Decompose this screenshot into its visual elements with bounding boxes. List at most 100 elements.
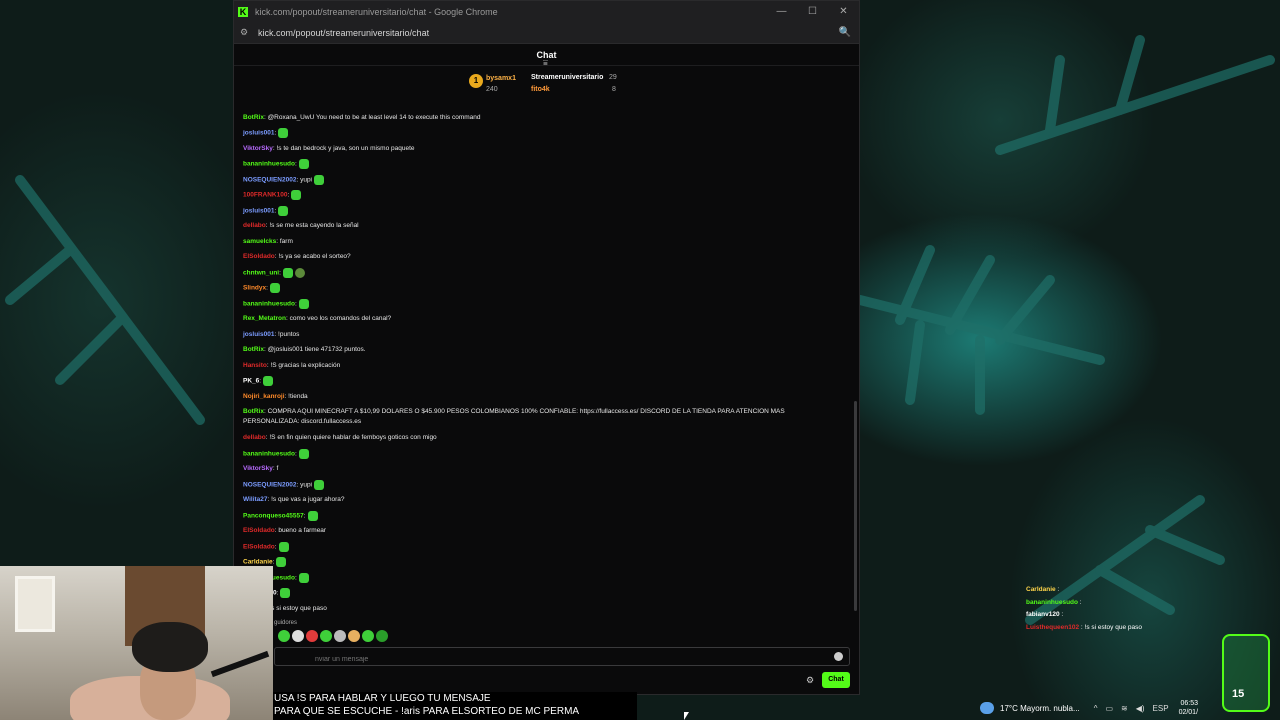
zoom-icon[interactable]: 🔍	[839, 27, 851, 38]
url-text[interactable]: kick.com/popout/streameruniversitario/ch…	[258, 28, 429, 38]
wifi-icon[interactable]: ≋	[1121, 704, 1128, 713]
chat-message: BotRix: COMPRA AQUI MINECRAFT A $10,99 D…	[243, 407, 785, 416]
chat-username[interactable]: chntwn_uni	[243, 270, 279, 277]
chat-username[interactable]: NOSEQUIEN2002	[243, 177, 296, 184]
chat-username[interactable]: ElSoldado	[243, 544, 275, 551]
chat-username[interactable]: BotRix	[243, 114, 264, 121]
pinned-toggle-icon[interactable]: ⩸	[543, 58, 548, 68]
overlay-message: fabianv120 :	[1026, 611, 1142, 624]
chat-message: josluis001:	[243, 128, 289, 138]
emote-icon	[280, 588, 291, 598]
chat-text: :	[295, 574, 297, 582]
chat-username[interactable]: Panconqueso45557	[243, 513, 304, 520]
chat-username[interactable]: NOSEQUIEN2002	[243, 482, 296, 489]
chat-username[interactable]: PK_6	[243, 378, 259, 385]
chat-username[interactable]: josluis001	[243, 130, 274, 137]
chat-message: josluis001: !puntos	[243, 330, 299, 339]
lang-indicator[interactable]: ESP	[1153, 704, 1169, 713]
chat-username[interactable]: BotRix	[243, 408, 264, 415]
chat-message: BotRix: @josluis001 tiene 471732 puntos.	[243, 345, 366, 354]
emote-icon	[294, 268, 305, 278]
chat-username[interactable]: bananinhuesudo	[243, 451, 295, 458]
chat-username[interactable]: ViktorSky	[243, 465, 273, 472]
weather-text[interactable]: 17°C Mayorm. nubla...	[1000, 704, 1080, 713]
chat-username[interactable]: bananinhuesudo	[243, 301, 295, 308]
chat-username[interactable]: 100FRANK100	[243, 192, 287, 199]
chat-text: : !s te dan bedrock y java, son un mismo…	[272, 145, 415, 152]
overlay-message: Carldanie :	[1026, 586, 1142, 599]
chat-username[interactable]: bananinhuesudo	[243, 161, 295, 168]
settings-gear-icon[interactable]: ⚙	[806, 675, 814, 686]
chat-username[interactable]: ViktorSky	[243, 145, 273, 152]
chat-text: :	[279, 269, 281, 277]
chat-username[interactable]: josluis001	[243, 208, 274, 215]
chat-text: :	[276, 589, 279, 597]
address-bar[interactable]: ⚙ kick.com/popout/streameruniversitario/…	[234, 22, 859, 44]
emote-icon	[314, 175, 325, 185]
overlay-text: :	[1055, 586, 1060, 593]
emote-icon	[269, 283, 280, 293]
clock[interactable]: 06:53 02/01/	[1179, 699, 1198, 717]
leader-2-name[interactable]: Streameruniversitario	[531, 74, 603, 81]
emote-icon[interactable]	[278, 630, 290, 642]
chat-username[interactable]: ElSoldado	[243, 527, 275, 534]
leader-2-points: 29	[609, 74, 617, 81]
volume-icon[interactable]: ◀)	[1136, 704, 1145, 713]
chat-text: : yupi	[296, 176, 313, 184]
emote-icon[interactable]	[334, 630, 346, 642]
overlay-text: : !s si estoy que paso	[1079, 623, 1142, 631]
emote-icon[interactable]	[348, 630, 360, 642]
site-settings-icon[interactable]: ⚙	[240, 27, 254, 38]
message-input-box[interactable]	[274, 647, 850, 668]
emote-bar[interactable]	[278, 630, 388, 642]
emote-icon[interactable]	[292, 630, 304, 642]
send-chat-button[interactable]: Chat	[822, 672, 850, 688]
chat-username[interactable]: dellabo	[243, 434, 266, 441]
chat-username[interactable]: dellabo	[243, 222, 266, 229]
leader-3-name[interactable]: fito4k	[531, 86, 550, 93]
minimize-button[interactable]: —	[766, 1, 797, 22]
emote-icon[interactable]	[320, 630, 332, 642]
chat-username[interactable]: samuelcks	[243, 238, 276, 245]
chat-username[interactable]: Rex_Metatron	[243, 315, 286, 322]
chat-username[interactable]: Nojiri_kanroji	[243, 393, 285, 400]
system-tray: 17°C Mayorm. nubla... ^ ▭ ≋ ◀) ESP 06:53…	[980, 696, 1280, 720]
chat-message: bananinhuesudo:	[243, 449, 309, 459]
emoji-picker-icon[interactable]	[834, 652, 843, 661]
chat-message: bananinhuesudo:	[243, 299, 309, 309]
chat-username[interactable]: josluis001	[243, 331, 274, 338]
emote-icon[interactable]	[362, 630, 374, 642]
maximize-button[interactable]: ☐	[797, 1, 828, 22]
chat-message: dellabo: !s se me esta cayendo la señal	[243, 221, 359, 230]
chat-message: Panconqueso45557:	[243, 511, 318, 521]
emote-icon[interactable]	[306, 630, 318, 642]
chat-username[interactable]: ElSoldado	[243, 253, 275, 260]
emote-icon	[263, 376, 274, 386]
overlay-text: :	[1059, 611, 1064, 618]
chat-message: Nojiri_kanroji: !tienda	[243, 392, 308, 401]
leader-3-points: 8	[612, 86, 616, 93]
emote-icon[interactable]	[376, 630, 388, 642]
chat-username[interactable]: BotRix	[243, 346, 264, 353]
overlay-text: :	[1078, 598, 1082, 606]
emote-icon	[282, 268, 293, 278]
overlay-message: bananinhuesudo :	[1026, 599, 1142, 612]
chat-text: : !S gracias la explicación	[266, 362, 341, 369]
chevron-up-icon[interactable]: ^	[1094, 704, 1098, 713]
overlay-username: bananinhuesudo	[1026, 598, 1078, 606]
weather-icon[interactable]	[980, 702, 994, 714]
chat-text: : !S en fin quien quiere hablar de fembo…	[265, 434, 437, 441]
chat-text: : !s ya se acabo el sorteo?	[274, 253, 351, 260]
chat-message: ViktorSky: !s te dan bedrock y java, son…	[243, 144, 415, 153]
scrollbar[interactable]	[854, 401, 857, 611]
message-input[interactable]	[275, 651, 849, 668]
chat-username[interactable]: Wilita27	[243, 496, 268, 503]
chat-username[interactable]: Hansito	[243, 362, 267, 369]
chat-username[interactable]: Carldanie	[243, 559, 273, 566]
leader-1-name[interactable]: bysamx1	[486, 75, 516, 82]
emote-icon	[298, 159, 309, 169]
chat-username[interactable]: Slindyx	[243, 285, 266, 292]
emote-icon	[314, 480, 325, 490]
close-button[interactable]: ✕	[828, 1, 859, 22]
network-icon[interactable]: ▭	[1105, 704, 1113, 713]
